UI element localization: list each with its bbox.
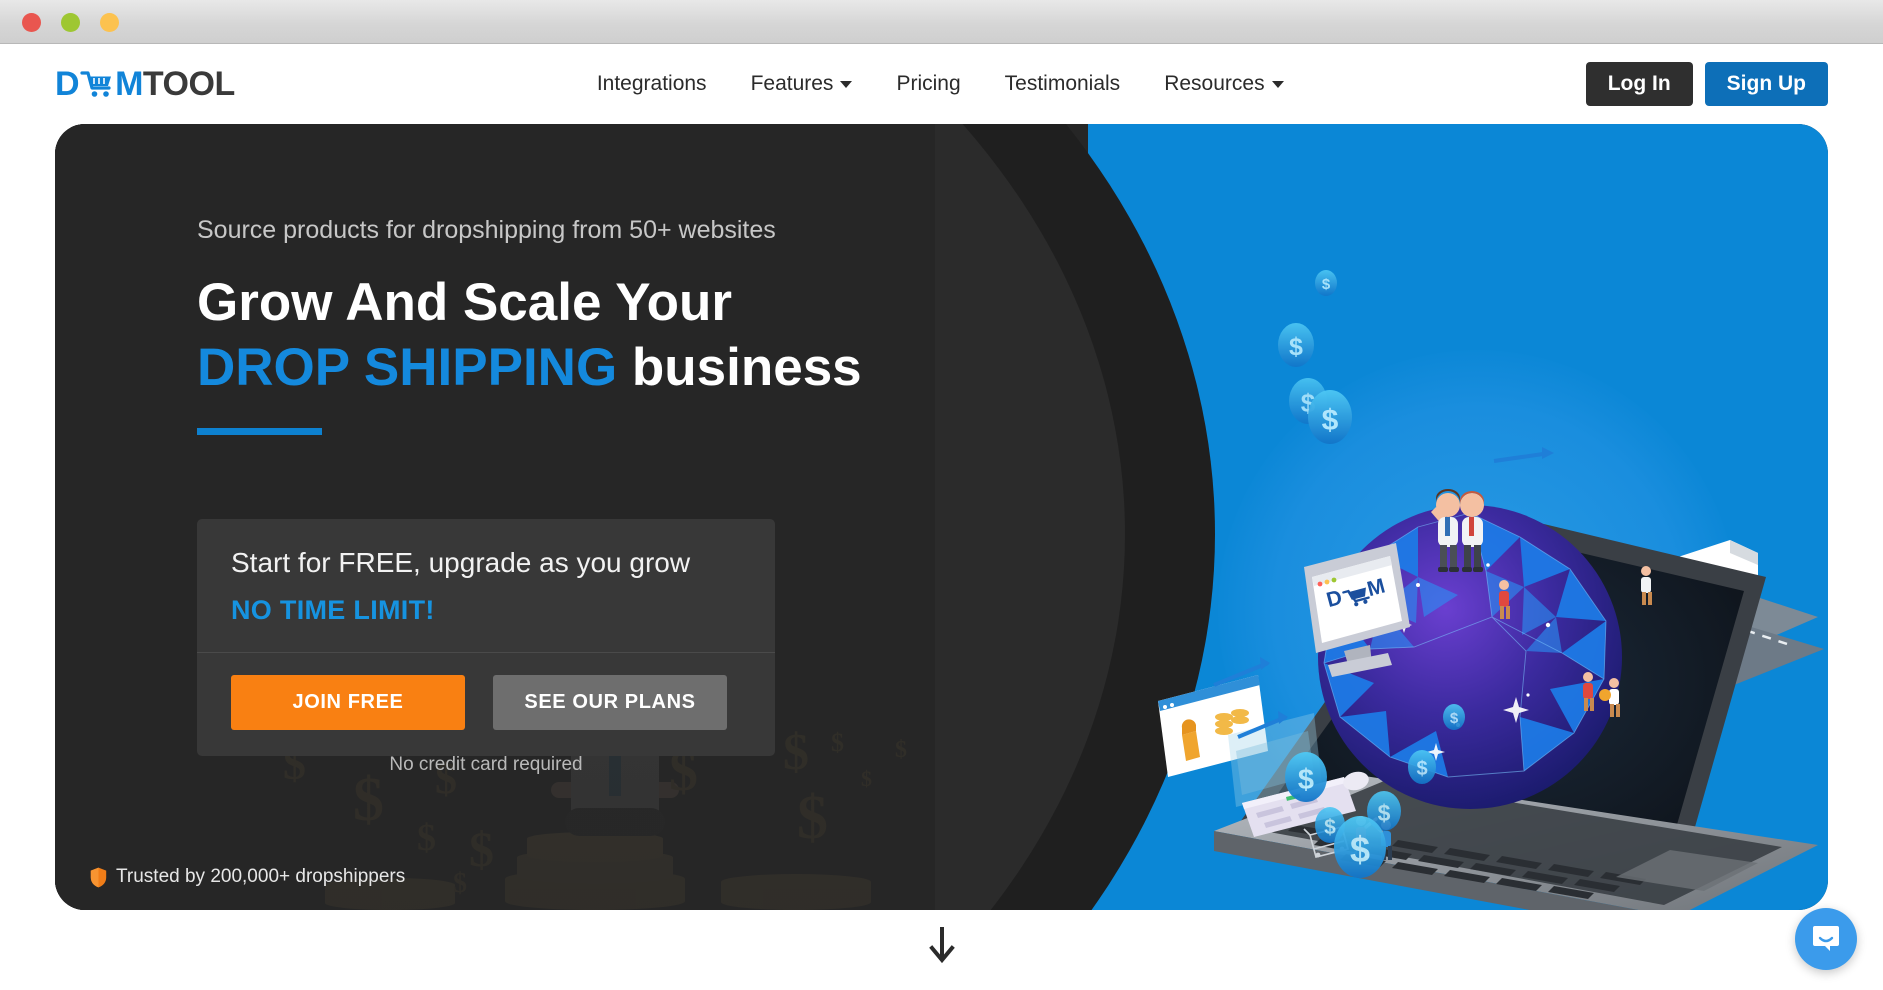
logo-letter-d: D [55, 64, 80, 103]
svg-text:$: $ [1350, 829, 1370, 870]
shield-icon [90, 867, 107, 888]
chat-bubble-icon [1810, 921, 1842, 958]
shopping-cart-icon [80, 69, 114, 99]
nav-label-resources: Resources [1164, 72, 1265, 95]
trust-badge-label: Trusted by 200,000+ dropshippers [116, 866, 406, 887]
scroll-down-indicator[interactable] [0, 927, 1883, 970]
close-window-button[interactable] [22, 13, 41, 32]
logo-word-tool: TOOL [142, 64, 235, 103]
svg-text:$: $ [1322, 404, 1339, 437]
hero-section: $ $ $ $ $ $ $ $ $ $ $ $ $ $ $ $ Source p… [55, 124, 1828, 910]
offer-card-actions: JOIN FREE SEE OUR PLANS [197, 652, 775, 756]
nav-label-features: Features [750, 72, 834, 95]
see-our-plans-button[interactable]: SEE OUR PLANS [493, 675, 727, 730]
svg-text:$: $ [1324, 816, 1336, 839]
offer-subtitle: NO TIME LIMIT! [231, 595, 435, 625]
nav-item-pricing[interactable]: Pricing [896, 72, 960, 96]
chat-launcher-button[interactable] [1795, 908, 1857, 970]
sign-up-button[interactable]: Sign Up [1704, 62, 1828, 106]
no-credit-card-note: No credit card required [389, 754, 583, 775]
nav-item-resources[interactable]: Resources [1164, 72, 1284, 96]
maximize-window-button[interactable] [100, 13, 119, 32]
nav-item-features[interactable]: Features [751, 72, 853, 96]
logo-letter-m: M [115, 64, 143, 103]
nav-label-pricing: Pricing [896, 72, 961, 95]
svg-text:$: $ [1289, 333, 1303, 361]
chevron-down-icon [840, 80, 853, 88]
hero-headline: Grow And Scale Your DROP SHIPPING busine… [197, 271, 862, 401]
svg-text:$: $ [1416, 758, 1427, 780]
window-traffic-lights [22, 13, 119, 32]
hero-eyebrow: Source products for dropshipping from 50… [197, 216, 776, 244]
chevron-down-icon [1271, 80, 1284, 88]
hero-headline-tail: business [617, 337, 862, 397]
svg-text:$: $ [1378, 800, 1391, 826]
hero-accent-bar [197, 428, 322, 436]
trust-badge: Trusted by 200,000+ dropshippers [90, 866, 405, 888]
hero-copy: Source products for dropshipping from 50… [197, 216, 862, 436]
primary-navigation: Integrations Features Pricing Testimonia… [295, 72, 1586, 96]
log-in-button[interactable]: Log In [1585, 62, 1693, 106]
hero-headline-highlight: DROP SHIPPING [197, 337, 618, 397]
svg-text:$: $ [1450, 710, 1459, 727]
svg-text:$: $ [1298, 764, 1314, 796]
page-body: D M TOOL Integrations Features Pricing T… [0, 44, 1883, 990]
hero-headline-line2: DROP SHIPPING business [197, 336, 862, 401]
svg-text:$: $ [1322, 276, 1331, 293]
dropshipping-hero-illustration: D M $ $ $ $ $ $ $ $ $ $ [1118, 265, 1828, 910]
brand-logo[interactable]: D M TOOL [55, 65, 235, 104]
site-header: D M TOOL Integrations Features Pricing T… [0, 44, 1883, 124]
nav-item-testimonials[interactable]: Testimonials [1005, 72, 1121, 96]
nav-label-integrations: Integrations [596, 72, 707, 95]
arrow-down-icon [927, 927, 957, 970]
offer-card-header: Start for FREE, upgrade as you grow NO T… [197, 519, 775, 652]
join-free-button[interactable]: JOIN FREE [231, 675, 465, 730]
nav-item-integrations[interactable]: Integrations [597, 72, 707, 96]
header-actions: Log In Sign Up [1585, 62, 1828, 106]
nav-label-testimonials: Testimonials [1004, 72, 1121, 95]
minimize-window-button[interactable] [61, 13, 80, 32]
window-title-bar [0, 0, 1883, 44]
offer-title: Start for FREE, upgrade as you grow [231, 547, 691, 578]
offer-card: Start for FREE, upgrade as you grow NO T… [197, 519, 775, 756]
hero-headline-line1: Grow And Scale Your [197, 273, 733, 332]
